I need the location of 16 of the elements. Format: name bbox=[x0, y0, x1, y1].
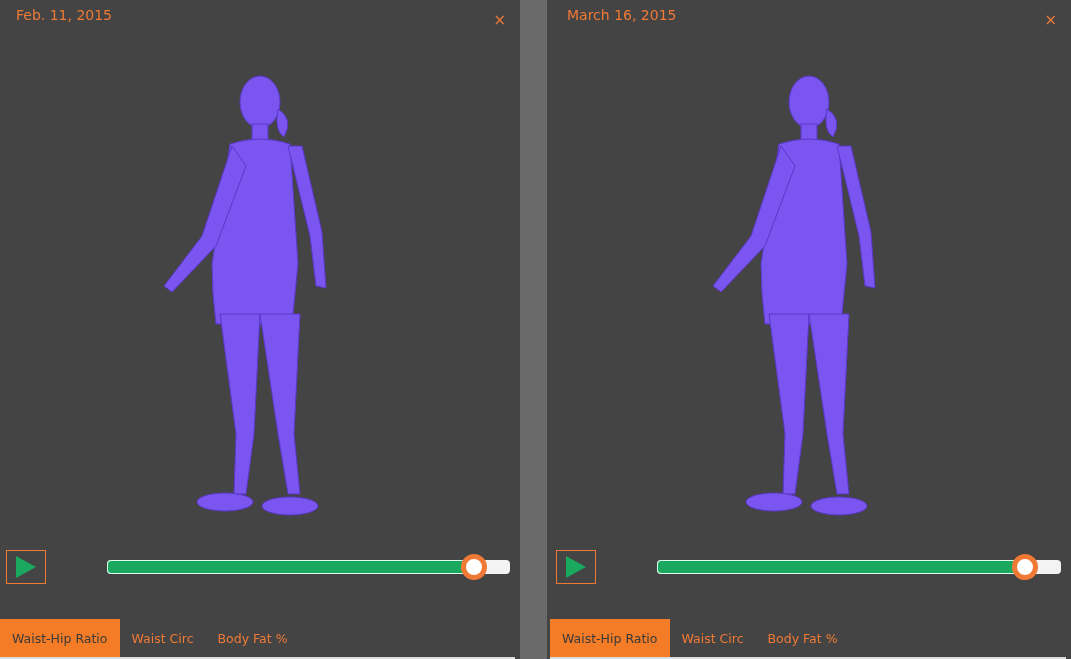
close-button[interactable]: × bbox=[1044, 5, 1057, 28]
close-button[interactable]: × bbox=[493, 5, 506, 28]
play-button[interactable] bbox=[6, 550, 46, 584]
metric-tab[interactable]: Body Fat % bbox=[755, 619, 850, 657]
slider-thumb[interactable] bbox=[1011, 554, 1038, 580]
metric-tab[interactable]: Waist Circ bbox=[669, 619, 756, 657]
play-icon bbox=[566, 556, 586, 578]
slider-thumb[interactable] bbox=[460, 554, 487, 580]
play-button[interactable] bbox=[556, 550, 596, 584]
scan-date: March 16, 2015 bbox=[567, 6, 677, 25]
metric-tab[interactable]: Waist-Hip Ratio bbox=[550, 619, 670, 657]
scan-date: Feb. 11, 2015 bbox=[16, 6, 113, 25]
metric-tab[interactable]: Body Fat % bbox=[205, 619, 300, 657]
play-icon bbox=[16, 556, 36, 578]
metric-tab[interactable]: Waist-Hip Ratio bbox=[0, 619, 120, 657]
metric-tab[interactable]: Waist Circ bbox=[119, 619, 206, 657]
